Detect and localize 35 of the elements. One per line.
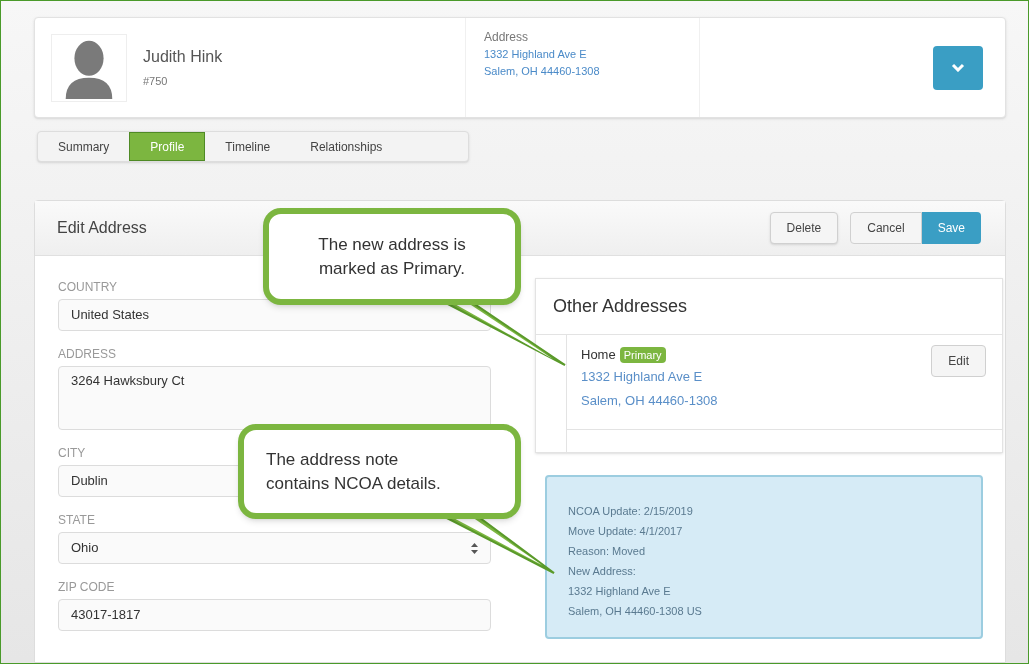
note-line: 1332 Highland Ave E [568,584,672,599]
input-field[interactable]: 43017-1817 [58,599,491,631]
note-line: Salem, OH 44460-1308 US [568,604,703,619]
contact-name: Judith Hink [143,47,223,68]
address-link[interactable]: Salem, OH 44460-1308 [484,63,699,80]
edit-button[interactable]: Edit [931,345,986,377]
address-field[interactable]: 3264 Hawksbury Ct [58,366,491,430]
note-line: NCOA Update: 2/15/2019 [568,504,694,519]
chevron-down-icon [951,63,965,72]
updown-icon [471,542,478,554]
field-label: ADDRESS [58,346,116,363]
address-type: Home [581,346,616,364]
state-select[interactable]: Ohio [58,532,491,564]
tab[interactable]: Summary [38,132,130,161]
note-line: Reason: Moved [568,544,647,559]
delete-button[interactable]: Delete [769,212,839,244]
field-label: COUNTRY [58,279,118,296]
address-label: Address [484,29,530,46]
avatar-silhouette-icon [51,33,127,102]
note-line: New Address: [568,564,637,579]
address-link[interactable]: 1332 Highland Ave E [581,364,718,389]
card-title: Other Addresses [553,295,688,318]
note-line: Move Update: 4/1/2017 [568,524,684,539]
address-link[interactable]: Salem, OH 44460-1308 [581,388,718,413]
address-link[interactable]: 1332 Highland Ave E [484,46,699,63]
tab[interactable]: Timeline [205,132,291,161]
field-label: STATE [58,512,95,529]
contact-number: #750 [143,74,169,90]
field-label: CITY [58,445,86,462]
field-label: ZIP CODE [58,579,115,596]
cancel-button[interactable]: Cancel [850,212,922,244]
tab[interactable]: Relationships [290,132,403,161]
panel-title: Edit Address [57,218,147,238]
dropdown-button[interactable] [933,45,983,90]
primary-badge: Primary [619,346,666,363]
